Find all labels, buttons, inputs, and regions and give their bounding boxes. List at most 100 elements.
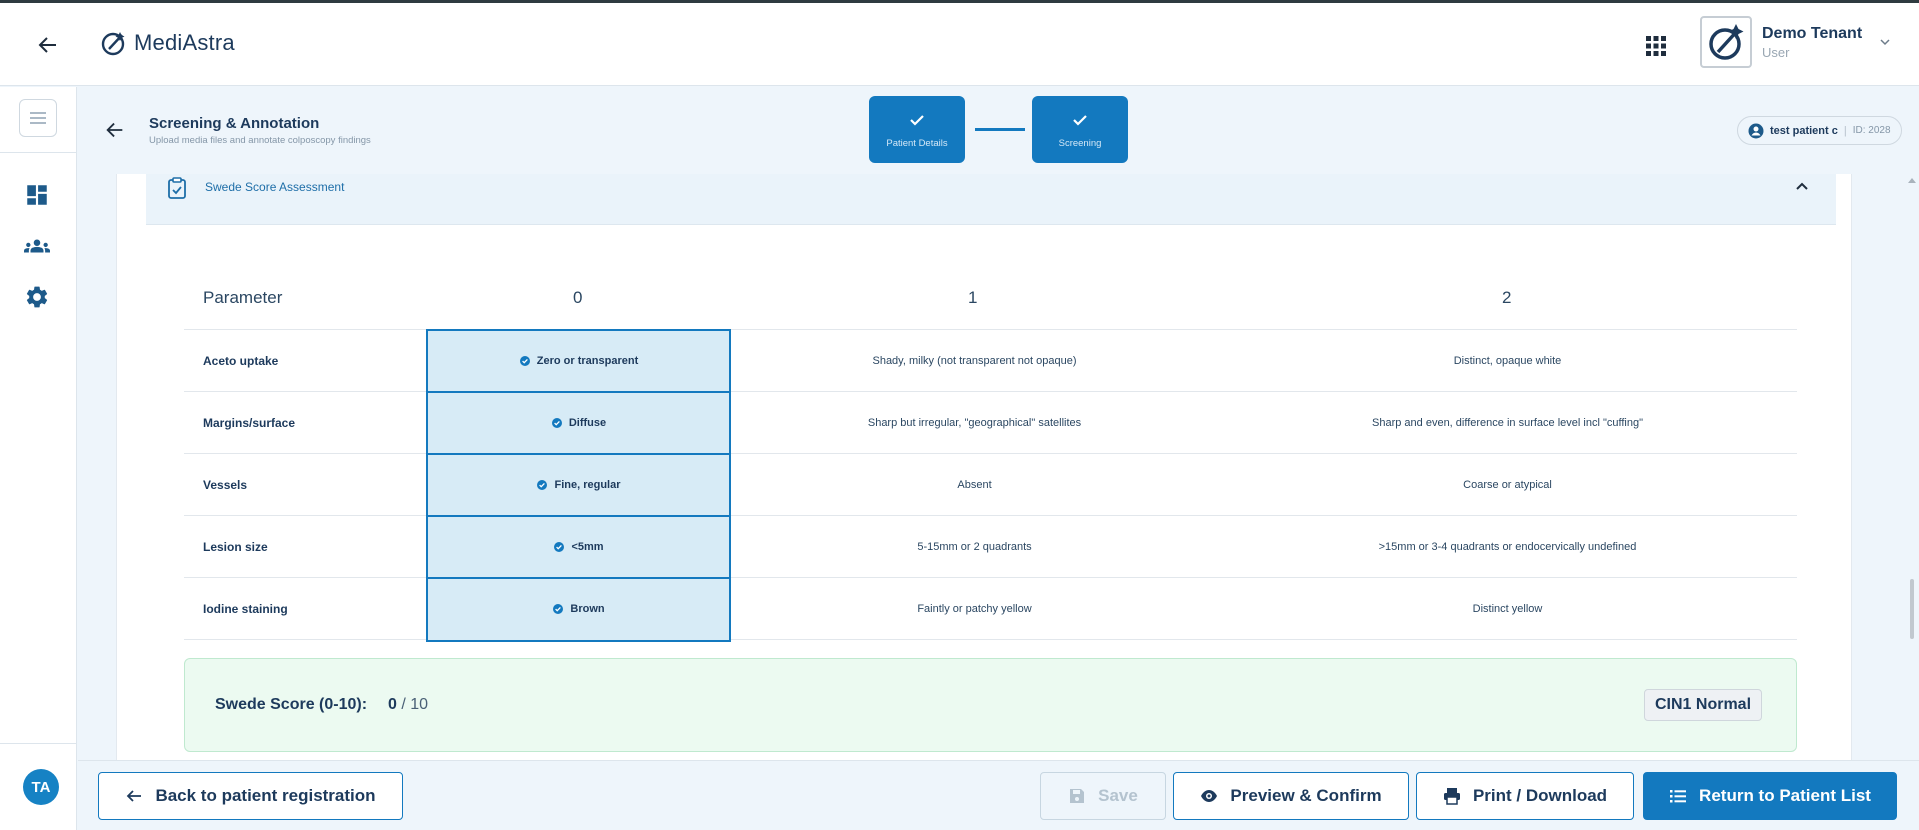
button-label: Back to patient registration bbox=[155, 786, 376, 805]
score-option-0[interactable]: Brown bbox=[427, 578, 731, 640]
footer-actions: Back to patient registration Save Previe… bbox=[78, 760, 1919, 830]
menu-toggle-button[interactable] bbox=[19, 99, 57, 137]
option-text: Distinct, opaque white bbox=[1453, 355, 1562, 367]
score-max: / 10 bbox=[401, 696, 429, 713]
option-text: >15mm or 3-4 quadrants or endocervically… bbox=[1378, 541, 1637, 553]
scrollbar-thumb[interactable] bbox=[1910, 579, 1914, 639]
score-option-1[interactable]: 5-15mm or 2 quadrants bbox=[731, 516, 1218, 578]
sidebar-divider bbox=[0, 152, 77, 153]
clipboard-check-icon bbox=[168, 177, 186, 199]
section-title: Swede Score Assessment bbox=[205, 180, 345, 194]
check-icon bbox=[910, 115, 924, 126]
check-circle-icon bbox=[551, 418, 562, 428]
patient-chip[interactable]: test patient c | ID: 2028 bbox=[1737, 116, 1902, 145]
score-option-2[interactable]: >15mm or 3-4 quadrants or endocervically… bbox=[1218, 516, 1797, 578]
score-option-2[interactable]: Distinct, opaque white bbox=[1218, 330, 1797, 392]
parameter-label: Lesion size bbox=[203, 540, 268, 554]
preview-confirm-button[interactable]: Preview & Confirm bbox=[1173, 772, 1409, 820]
step-label: Screening bbox=[1058, 138, 1102, 149]
scroll-up-icon[interactable] bbox=[1907, 176, 1917, 184]
user-avatar[interactable]: TA bbox=[23, 769, 59, 805]
score-option-0[interactable]: Zero or transparent bbox=[427, 330, 731, 392]
save-button[interactable]: Save bbox=[1040, 772, 1166, 820]
score-option-0[interactable]: Fine, regular bbox=[427, 454, 731, 516]
content-scrollbar[interactable] bbox=[1905, 174, 1919, 760]
print-download-button[interactable]: Print / Download bbox=[1416, 772, 1634, 820]
users-icon[interactable] bbox=[24, 233, 50, 259]
score-option-0[interactable]: Diffuse bbox=[427, 392, 731, 454]
header-score-2: 2 bbox=[1502, 288, 1512, 307]
header-score-1: 1 bbox=[968, 288, 978, 307]
option-text: Faintly or patchy yellow bbox=[917, 603, 1032, 615]
step-connector bbox=[975, 128, 1025, 131]
option-text: Sharp but irregular, "geographical" sate… bbox=[867, 417, 1082, 429]
score-option-1[interactable]: Shady, milky (not transparent not opaque… bbox=[731, 330, 1218, 392]
return-to-patient-list-button[interactable]: Return to Patient List bbox=[1643, 772, 1897, 820]
button-label: Print / Download bbox=[1472, 786, 1608, 805]
table-row: Iodine staining Brown Faintly or patchy ye… bbox=[184, 578, 1797, 640]
user-name: Demo Tenant bbox=[1762, 24, 1863, 42]
patient-id: ID: 2028 bbox=[1852, 125, 1891, 136]
table-row: Vessels Fine, regular Absent Coarse or atyp… bbox=[184, 454, 1797, 516]
step-screening[interactable]: Screening bbox=[1032, 96, 1128, 163]
patient-avatar-icon bbox=[1748, 123, 1764, 138]
swede-score-table: Parameter 0 1 2 Aceto uptake Zero or tran… bbox=[184, 268, 1797, 640]
check-circle-icon bbox=[537, 480, 548, 490]
eye-icon bbox=[1201, 790, 1218, 802]
back-arrow-icon[interactable] bbox=[36, 33, 60, 57]
tenant-logo-icon bbox=[1709, 24, 1744, 60]
section-header-swede-score[interactable]: Swede Score Assessment bbox=[146, 174, 1836, 225]
back-arrow-icon[interactable] bbox=[104, 119, 126, 141]
table-row: Lesion size <5mm 5-15mm or 2 quadrants >15m… bbox=[184, 516, 1797, 578]
printer-icon bbox=[1443, 788, 1460, 805]
check-circle-icon bbox=[554, 542, 565, 552]
back-to-registration-button[interactable]: Back to patient registration bbox=[98, 772, 403, 820]
score-label: Swede Score (0-10): bbox=[215, 696, 368, 713]
score-option-1[interactable]: Sharp but irregular, "geographical" sate… bbox=[731, 392, 1218, 454]
user-menu[interactable]: Demo Tenant User bbox=[1700, 16, 1892, 68]
tenant-logo bbox=[1700, 16, 1752, 68]
step-patient-details[interactable]: Patient Details bbox=[869, 96, 965, 163]
settings-gear-icon[interactable] bbox=[24, 284, 50, 310]
header-parameter: Parameter bbox=[203, 288, 283, 307]
page-header: Screening & Annotation Upload media file… bbox=[78, 87, 1919, 174]
header-score-0: 0 bbox=[573, 288, 583, 307]
dashboard-icon[interactable] bbox=[24, 182, 50, 208]
table-row: Margins/surface Diffuse Sharp but irregula… bbox=[184, 392, 1797, 454]
score-value: 0 / 10 bbox=[388, 696, 428, 714]
sidebar-bottom-divider bbox=[0, 743, 77, 744]
check-circle-icon bbox=[519, 356, 530, 366]
button-label: Preview & Confirm bbox=[1230, 786, 1382, 805]
floppy-disk-icon bbox=[1070, 789, 1085, 803]
option-text: Distinct yellow bbox=[1472, 603, 1543, 615]
check-icon bbox=[1073, 115, 1087, 126]
score-number: 0 bbox=[388, 696, 397, 713]
brand[interactable]: MediAstra bbox=[100, 29, 235, 57]
brand-name: MediAstra bbox=[134, 30, 235, 55]
cin-result-badge: CIN1 Normal bbox=[1644, 689, 1763, 721]
option-text: Diffuse bbox=[568, 417, 607, 429]
score-option-1[interactable]: Faintly or patchy yellow bbox=[731, 578, 1218, 640]
score-option-2[interactable]: Sharp and even, difference in surface le… bbox=[1218, 392, 1797, 454]
list-icon bbox=[1670, 790, 1687, 803]
sidebar: TA bbox=[0, 87, 77, 830]
back-arrow-icon bbox=[127, 790, 142, 802]
score-option-2[interactable]: Coarse or atypical bbox=[1218, 454, 1797, 516]
option-text: Shady, milky (not transparent not opaque… bbox=[872, 355, 1077, 367]
table-row: Aceto uptake Zero or transparent Shady, mi… bbox=[184, 330, 1797, 392]
button-label: Return to Patient List bbox=[1699, 786, 1871, 805]
apps-grid-icon[interactable] bbox=[1645, 35, 1667, 57]
chevron-up-icon[interactable] bbox=[1794, 179, 1810, 195]
score-option-1[interactable]: Absent bbox=[731, 454, 1218, 516]
user-role: User bbox=[1762, 44, 1790, 60]
parameter-label: Aceto uptake bbox=[203, 354, 279, 368]
option-text: Zero or transparent bbox=[536, 355, 639, 367]
score-option-2[interactable]: Distinct yellow bbox=[1218, 578, 1797, 640]
option-text: <5mm bbox=[571, 541, 604, 553]
chip-separator: | bbox=[1843, 124, 1847, 137]
score-option-0[interactable]: <5mm bbox=[427, 516, 731, 578]
chevron-down-icon bbox=[1880, 39, 1890, 46]
parameter-label: Margins/surface bbox=[203, 416, 296, 430]
table-header-row: Parameter 0 1 2 bbox=[184, 268, 1797, 330]
option-text: Coarse or atypical bbox=[1463, 479, 1552, 491]
